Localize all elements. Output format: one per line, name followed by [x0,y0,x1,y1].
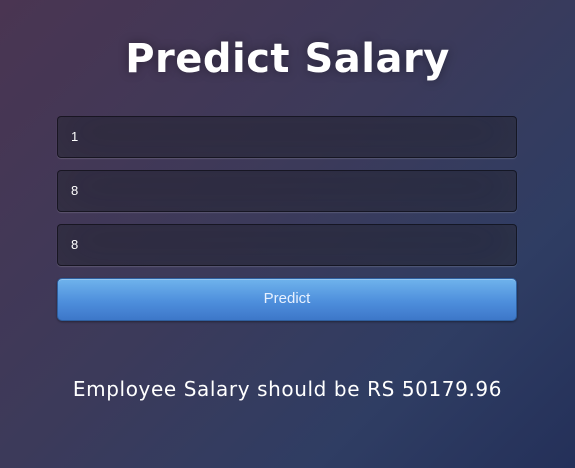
input-field-3[interactable]: 8 [57,224,517,266]
prediction-result: Employee Salary should be RS 50179.96 [72,377,503,401]
input-field-2[interactable]: 8 [57,170,517,212]
predict-button[interactable]: Predict [57,278,517,321]
page-title: Predict Salary [125,36,450,82]
input-field-1[interactable]: 1 [57,116,517,158]
